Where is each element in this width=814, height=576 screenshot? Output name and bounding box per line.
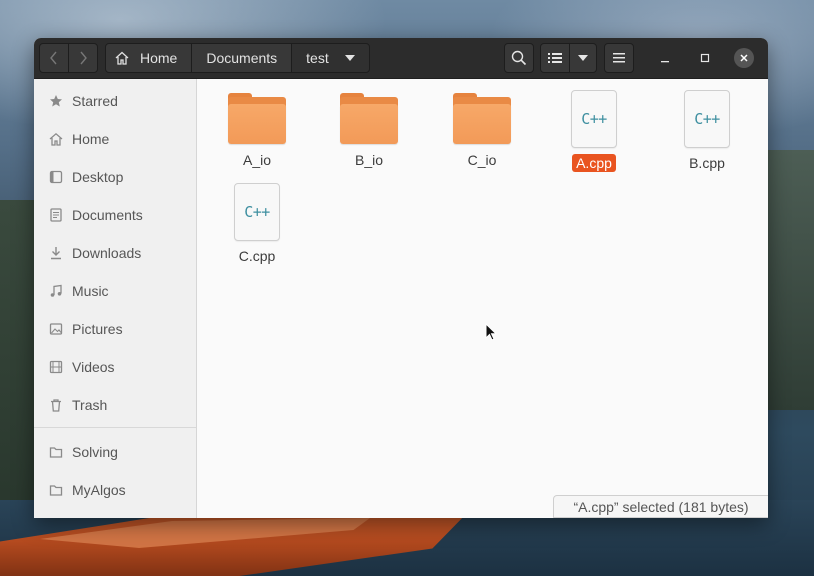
sidebar-item-label: Music [72, 283, 109, 299]
sidebar-item-downloads[interactable]: Downloads [34, 234, 196, 272]
breadcrumb-label: test [306, 50, 329, 66]
search-button[interactable] [504, 43, 534, 73]
picture-icon [48, 321, 64, 337]
list-view-icon [548, 53, 562, 63]
cpp-file-icon: C++ [234, 183, 280, 241]
file-item-c-io[interactable]: C_io [437, 84, 527, 174]
sidebar-item-label: Desktop [72, 169, 124, 185]
sidebar-item-label: Solving [72, 444, 118, 460]
video-icon [48, 359, 64, 375]
maximize-button[interactable] [695, 48, 715, 68]
header-bar: Home Documents test [34, 38, 768, 79]
breadcrumb-label: Documents [206, 50, 278, 66]
sidebar-item-label: Trash [72, 397, 108, 413]
sidebar-item-home[interactable]: Home [34, 120, 196, 158]
back-button[interactable] [39, 43, 69, 73]
document-icon [48, 207, 64, 223]
sidebar-item-solving[interactable]: Solving [34, 433, 196, 471]
forward-button[interactable] [68, 43, 98, 73]
breadcrumb-documents[interactable]: Documents [191, 43, 293, 73]
sidebar-item-label: Starred [72, 93, 118, 109]
sidebar: Starred Home Desktop Documents Downloads… [34, 79, 197, 518]
wallpaper-mountain-right [766, 150, 814, 410]
breadcrumb: Home Documents test [105, 43, 370, 73]
file-manager-window: Home Documents test Starred Home Desktop… [34, 38, 768, 518]
folder-icon [228, 93, 286, 145]
sidebar-item-label: MyAlgos [72, 482, 126, 498]
folder-icon [48, 444, 64, 460]
sidebar-item-label: Videos [72, 359, 115, 375]
star-icon [48, 93, 64, 109]
hamburger-icon [613, 53, 625, 63]
file-name: A_io [242, 152, 272, 168]
folder-icon [340, 93, 398, 145]
folder-icon [48, 482, 64, 498]
file-item-b-cpp[interactable]: C++ B.cpp [662, 89, 752, 179]
sidebar-item-label: Home [72, 131, 110, 147]
file-name: B.cpp [689, 155, 725, 171]
close-icon [740, 54, 748, 62]
view-options-dropdown[interactable] [569, 43, 597, 73]
home-icon [114, 50, 130, 66]
sidebar-item-desktop[interactable]: Desktop [34, 158, 196, 196]
cpp-file-icon: C++ [684, 90, 730, 148]
minimize-button[interactable] [655, 48, 675, 68]
sidebar-item-music[interactable]: Music [34, 272, 196, 310]
sidebar-item-trash[interactable]: Trash [34, 386, 196, 424]
file-name-selected: A.cpp [572, 154, 616, 172]
sidebar-divider [34, 427, 196, 428]
view-list-button[interactable] [540, 43, 570, 73]
file-grid: A_io B_io C_io C++ A.cpp C++ B.cpp C++ C… [197, 79, 768, 518]
sidebar-item-label: Pictures [72, 321, 123, 337]
file-item-c-cpp[interactable]: C++ C.cpp [212, 182, 302, 272]
file-name: B_io [354, 152, 384, 168]
chevron-down-icon [578, 55, 588, 61]
sidebar-item-videos[interactable]: Videos [34, 348, 196, 386]
breadcrumb-test[interactable]: test [291, 43, 370, 73]
sidebar-item-label: Downloads [72, 245, 142, 261]
sidebar-item-pictures[interactable]: Pictures [34, 310, 196, 348]
mouse-pointer-icon [485, 323, 497, 341]
sidebar-item-starred[interactable]: Starred [34, 82, 196, 120]
sidebar-item-documents[interactable]: Documents [34, 196, 196, 234]
status-text: “A.cpp” selected (181 bytes) [573, 498, 749, 515]
dropdown-arrow-icon [344, 55, 355, 61]
breadcrumb-home[interactable]: Home [105, 43, 193, 73]
file-item-b-io[interactable]: B_io [324, 84, 414, 174]
minimize-icon [661, 61, 669, 63]
sidebar-item-myalgos[interactable]: MyAlgos [34, 471, 196, 509]
search-icon [511, 50, 527, 66]
file-name: C.cpp [238, 248, 276, 264]
download-icon [48, 245, 64, 261]
folder-icon [453, 93, 511, 145]
status-bar: “A.cpp” selected (181 bytes) [553, 495, 768, 518]
file-item-a-cpp[interactable]: C++ A.cpp [549, 89, 639, 179]
home-icon [48, 131, 64, 147]
close-button[interactable] [734, 48, 754, 68]
file-name: C_io [467, 152, 497, 168]
desktop-icon [48, 169, 64, 185]
trash-icon [48, 397, 64, 413]
main-menu-button[interactable] [604, 43, 634, 73]
sidebar-item-label: Documents [72, 207, 143, 223]
chevron-left-icon [50, 51, 57, 65]
file-item-a-io[interactable]: A_io [212, 84, 302, 174]
music-icon [48, 283, 64, 299]
chevron-right-icon [80, 51, 87, 65]
cpp-file-icon: C++ [571, 90, 617, 148]
breadcrumb-label: Home [140, 50, 178, 66]
maximize-icon [700, 53, 710, 63]
